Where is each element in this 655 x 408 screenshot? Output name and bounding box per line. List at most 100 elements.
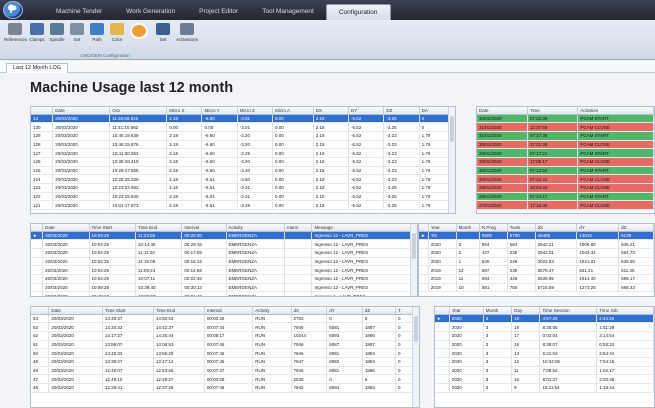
column-header[interactable]: Time	[527, 107, 579, 115]
column-header[interactable]: dX	[291, 307, 328, 315]
column-header[interactable]: Year	[449, 307, 484, 315]
menu-tab-work-generation[interactable]: Work Generation	[114, 4, 187, 20]
table-row[interactable]: 30/01/2020 07:12:52 PCAM START	[477, 166, 654, 176]
table-row[interactable]: 129 20/03/2020 10:46:19.638 2.18 -6.50 -3.20 0…	[31, 131, 455, 141]
table-row[interactable]: 130 20/03/2020 11:41:10.882 0.00 0.00 -3.01 0.…	[31, 122, 455, 132]
table-row[interactable]: 2020 3 11 7:08:52 1:02:17	[435, 366, 654, 376]
table-row[interactable]: 124 20/03/2020 10:28:25.339 2.18 -6.51 -3.60 0…	[31, 174, 455, 184]
table-row[interactable]: 2020 3 13 5:21:53 2:54:44	[435, 348, 654, 358]
column-header[interactable]: dZ	[362, 307, 397, 315]
table-row[interactable]: 51 20/03/2020 13:59:07 14:06:53 00:07:46 RUN 7…	[31, 340, 419, 350]
table-row[interactable]: 123 20/03/2020 10:23:22.882 2.18 -6.51 -3.31 0…	[31, 183, 455, 193]
table-row[interactable]: 2020 3 9 16:11:54 1:18:44	[435, 383, 654, 393]
tab-last-12-month-log[interactable]: Last 12 Month LOG	[6, 63, 68, 73]
table-row[interactable]: 30/01/2020 17:06:17 PCAM CLOSE	[477, 157, 654, 167]
table-row[interactable]: 28/01/2020 16:54:33 PCAM CLOSE	[477, 183, 654, 193]
table-row[interactable]: 125 20/03/2020 10:29:47.855 2.18 -6.50 -3.20 0…	[31, 166, 455, 176]
column-header[interactable]: Tools	[507, 224, 536, 232]
table-row[interactable]: 121 20/03/2020 10:01:17.873 2.18 -6.51 -3.29 0…	[31, 200, 455, 211]
table-row[interactable]: 20/03/2020 10:04:25 11:09:24 00:14:58 EMERGE…	[31, 265, 417, 275]
table-row[interactable]: ► 2020 3 19 4:57:25 2:44:26	[435, 314, 654, 324]
table-row[interactable]: 2020 3 10 8:01:27 2:03:45	[435, 374, 654, 384]
table-row[interactable]: 128 20/03/2020 10:46:15.876 2.18 -6.50 -3.20 0…	[31, 140, 455, 150]
ribbon-button-9[interactable]: Activations	[176, 23, 198, 53]
column-header[interactable]: Alarm	[284, 224, 313, 232]
table-row[interactable]: 2020 3 564 564 2942.21 1906.80 845.21	[419, 239, 654, 249]
scrollbar[interactable]	[410, 224, 417, 296]
table-row[interactable]: 2019 12 587 235 3578.47 831.41 511.45	[419, 265, 654, 275]
table-row[interactable]: 10/02/2020 07:22:30 PCAM START	[477, 114, 654, 124]
column-header[interactable]	[435, 307, 450, 315]
column-header[interactable]: Date	[52, 107, 111, 115]
table-row[interactable]: 30/01/2020 07:22:41 PCAM CLOSE	[477, 174, 654, 184]
column-header[interactable]: Activity	[226, 224, 285, 232]
table-row[interactable]: 29/01/2020 07:17:21 PCAM START	[477, 148, 654, 158]
table-row[interactable]: 20/03/2020 10:04:25 11:11:20 00:17:05 EMERGE…	[31, 248, 417, 258]
table-row[interactable]: 20/03/2020 10:09:28 10:39:40 00:30:12 EMERGE…	[31, 283, 417, 293]
column-header[interactable]: Interval	[204, 307, 254, 315]
table-row[interactable]: 46 20/03/2020 12:29:41 12:37:28 00:07:46 RUN 7…	[31, 383, 419, 393]
column-header[interactable]: Interval	[181, 224, 227, 232]
table-row[interactable]: ► 20/03/2020 10:04:25 11:23:56 00:29:30 EMERG…	[31, 231, 417, 241]
table-row[interactable]: 20/03/2020 09:48:17 10:09:57 00:21:40 EMERGE…	[31, 291, 417, 296]
ribbon-button-7[interactable]	[128, 23, 150, 53]
column-header[interactable]: Time Start	[89, 224, 136, 232]
table-row[interactable]: 122 20/03/2020 10:23:15.840 2.18 -6.51 -3.31 0…	[31, 192, 455, 202]
table-row[interactable]: 54 20/03/2020 14:49:37 14:50:53 00:00:26 RUN 2…	[31, 314, 419, 324]
ribbon-button-8[interactable]: Set	[152, 23, 174, 53]
column-header[interactable]: dZ	[618, 224, 654, 232]
table-row[interactable]: 20/03/2020 10:04:25 10:07:11 00:02:46 EMERGE…	[31, 274, 417, 284]
table-row[interactable]: 2019 11 584 445 5539.95 1914.40 698.17	[419, 274, 654, 284]
ribbon-button-4[interactable]: Set	[66, 23, 88, 53]
ribbon-button-6[interactable]: Color	[106, 23, 128, 53]
table-row[interactable]: 2020 2 437 235 2942.01 1043.34 564.73	[419, 248, 654, 258]
column-header[interactable]: Date	[42, 224, 90, 232]
column-header[interactable]: dY	[326, 307, 363, 315]
column-header[interactable]: Month	[483, 307, 513, 315]
menu-tab-tool-management[interactable]: Tool Management	[250, 4, 326, 20]
column-header[interactable]: DY	[348, 107, 385, 115]
column-header[interactable]: Year	[428, 224, 457, 232]
column-header[interactable]	[31, 107, 54, 115]
column-header[interactable]: Time Job	[596, 307, 654, 315]
column-header[interactable]: Time Session	[539, 307, 598, 315]
column-header[interactable]: Micro X	[166, 107, 203, 115]
ribbon-button-3[interactable]: Spindle	[46, 23, 68, 53]
table-row[interactable]: 30/01/2020 17:21:36 PCAM CLOSE	[477, 140, 654, 150]
scrollbar[interactable]	[412, 307, 419, 407]
column-header[interactable]: DZ	[383, 107, 420, 115]
menu-tab-project-editor[interactable]: Project Editor	[187, 4, 250, 20]
column-header[interactable]: Micro A	[272, 107, 314, 115]
table-row[interactable]: 28/01/2020 07:24:17 PCAM START	[477, 192, 654, 202]
column-header[interactable]: Message	[311, 224, 417, 232]
table-row[interactable]: 31/01/2020 07:17:35 PCAM START	[477, 131, 654, 141]
column-header[interactable]: dY	[576, 224, 620, 232]
table-row[interactable]: 13 20/03/2020 11:40:59.816 2.18 -6.50 -3.01 0.…	[31, 114, 455, 124]
table-row[interactable]: 48 20/03/2020 12:46:07 12:53:55 00:07:47 RUN 7…	[31, 366, 419, 376]
ribbon-button-1[interactable]: References	[4, 23, 27, 53]
column-header[interactable]	[31, 307, 50, 315]
column-header[interactable]: Time End	[135, 224, 183, 232]
table-row[interactable]: 127 20/03/2020 10:41:00.553 2.18 -6.50 -3.29 0…	[31, 148, 455, 158]
app-orb-icon[interactable]: P	[3, 1, 23, 19]
table-row[interactable]: 50 20/03/2020 13:45:33 13:56:20 00:07:46 RUN 7…	[31, 348, 419, 358]
table-row[interactable]: 47 20/03/2020 12:49:10 12:49:27 00:00:58 RUN 2…	[31, 374, 419, 384]
table-row[interactable]: 20/03/2020 10:04:25 10:14:46 00:29:16 EMERGE…	[31, 239, 417, 249]
table-row[interactable]: 20/03/2020 10:04:25 11:15:08 00:16:12 EMERGE…	[31, 257, 417, 267]
column-header[interactable]: Activities	[577, 107, 654, 115]
column-header[interactable]: DX	[313, 107, 350, 115]
column-header[interactable]: Date	[477, 107, 528, 115]
column-header[interactable]: Activity	[252, 307, 292, 315]
table-row[interactable]: 49 20/03/2020 13:39:27 13:47:12 00:07:45 RUN 7…	[31, 357, 419, 367]
ribbon-button-2[interactable]: Clamps	[26, 23, 48, 53]
table-row[interactable]: 2020 3 16 8:39:07 0:53:22	[435, 340, 654, 350]
column-header[interactable]: Micro Z	[237, 107, 274, 115]
table-row[interactable]: 53 20/03/2020 14:34:32 14:42:37 00:07:44 RUN 7…	[31, 322, 419, 332]
column-header[interactable]	[31, 224, 44, 232]
column-header[interactable]: Date	[48, 307, 103, 315]
column-header[interactable]: Ora	[109, 107, 168, 115]
menu-tab-machine-tender[interactable]: Machine Tender	[44, 4, 114, 20]
column-header[interactable]: Time End	[153, 307, 205, 315]
column-header[interactable]: dX	[535, 224, 578, 232]
table-row[interactable]: 27/01/2020 17:16:40 PCAM CLOSE	[477, 200, 654, 211]
